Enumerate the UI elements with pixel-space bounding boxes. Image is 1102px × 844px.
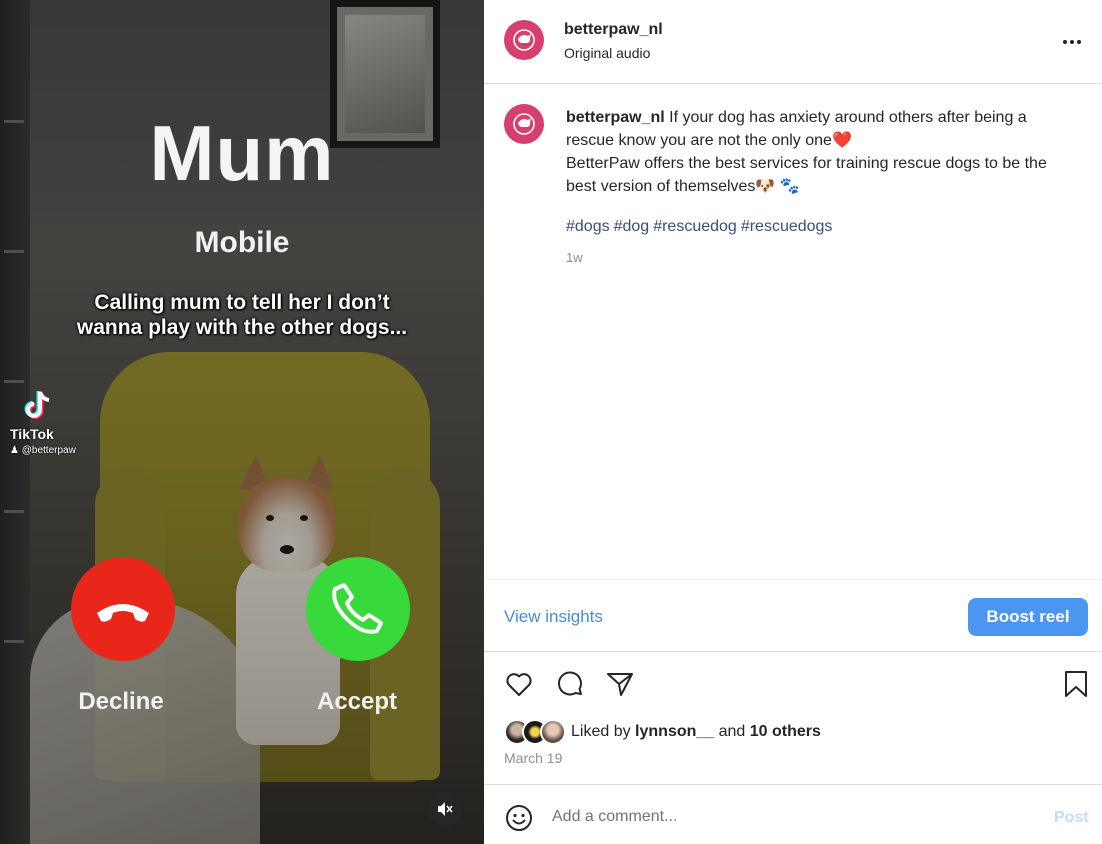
hashtag-link[interactable]: #rescuedogs <box>741 218 833 235</box>
comment-bar: Post <box>484 784 1102 844</box>
avatar[interactable] <box>504 104 544 144</box>
comment-button[interactable] <box>554 668 586 700</box>
dog-emoji-icon: 🐶 <box>755 178 776 195</box>
liked-by-text: Liked by lynnson__ and 10 others <box>571 723 821 741</box>
paper-plane-icon <box>607 673 633 696</box>
user-icon: ♟ <box>10 445 19 456</box>
hashtags: #dogs #dog #rescuedog #rescuedogs <box>566 218 836 236</box>
post-actions <box>484 668 1102 704</box>
liker-avatars[interactable] <box>504 719 570 745</box>
comment-icon <box>558 671 582 696</box>
muted-speaker-icon <box>438 802 453 816</box>
reel-video[interactable]: Mum Mobile Calling mum to tell her I don… <box>0 0 484 844</box>
tiktok-watermark: TikTok ♟ @betterpaw <box>10 388 110 456</box>
hashtag-link[interactable]: #rescuedog <box>653 218 737 235</box>
caller-name: Mum <box>149 109 335 197</box>
heart-emoji-icon: ❤️ <box>831 132 852 149</box>
dot <box>1063 40 1067 44</box>
accept-label: Accept <box>316 688 398 715</box>
hashtag-link[interactable]: #dogs <box>566 218 610 235</box>
posted-ago[interactable]: 1w <box>566 250 583 265</box>
caller-type: Mobile <box>194 226 290 259</box>
caption-area: betterpaw_nl If your dog has anxiety aro… <box>484 84 1102 580</box>
likes-others-link[interactable]: 10 others <box>750 723 821 740</box>
video-caption-line: Calling mum to tell her I don’t <box>94 291 390 314</box>
dot <box>1070 40 1074 44</box>
comment-input[interactable] <box>552 799 1022 835</box>
tiktok-handle-text: @betterpaw <box>21 445 76 456</box>
betterpaw-logo-icon <box>513 29 535 51</box>
view-insights-link[interactable]: View insights <box>504 607 603 627</box>
smiley-icon <box>506 805 532 831</box>
hang-up-icon <box>97 604 149 622</box>
insights-row: View insights Boost reel <box>484 580 1102 652</box>
heart-icon <box>506 673 532 696</box>
save-button[interactable] <box>1060 668 1092 700</box>
betterpaw-logo-icon <box>513 113 535 135</box>
dot <box>1077 40 1081 44</box>
mute-button[interactable] <box>428 792 462 826</box>
emoji-picker-button[interactable] <box>504 803 534 833</box>
liked-by-middle: and <box>714 723 750 740</box>
tiktok-name: TikTok <box>10 426 54 442</box>
decline-label: Decline <box>78 688 164 715</box>
tiktok-logo-icon <box>20 388 56 424</box>
liker-username[interactable]: lynnson__ <box>635 723 714 740</box>
video-caption-line: wanna play with the other dogs... <box>76 316 408 339</box>
boost-reel-button[interactable]: Boost reel <box>968 598 1088 636</box>
caption-line: BetterPaw offers the best services for t… <box>566 155 1047 195</box>
like-button[interactable] <box>503 668 535 700</box>
accept-call-button[interactable] <box>306 557 410 661</box>
hashtag-link[interactable]: #dog <box>614 218 650 235</box>
avatar[interactable] <box>504 20 544 60</box>
post-header: betterpaw_nl Original audio <box>484 0 1102 84</box>
header-username[interactable]: betterpaw_nl <box>564 21 663 39</box>
paws-emoji-icon: 🐾 <box>779 178 800 195</box>
original-audio-link[interactable]: Original audio <box>564 45 650 61</box>
post-panel: betterpaw_nl Original audio betterpaw_nl… <box>484 0 1102 844</box>
share-button[interactable] <box>604 668 636 700</box>
video-caption: Calling mum to tell her I don’t wanna pl… <box>40 290 444 340</box>
avatar <box>540 719 566 745</box>
decline-call-button[interactable] <box>71 557 175 661</box>
liked-by-prefix: Liked by <box>571 723 636 740</box>
post-date[interactable]: March 19 <box>504 750 562 766</box>
phone-icon <box>332 583 383 634</box>
post-caption: betterpaw_nl If your dog has anxiety aro… <box>566 106 1076 198</box>
bookmark-icon <box>1065 671 1087 697</box>
tiktok-handle: ♟ @betterpaw <box>10 445 110 456</box>
more-options-button[interactable] <box>1056 30 1088 54</box>
post-comment-button[interactable]: Post <box>1054 809 1089 827</box>
caption-username[interactable]: betterpaw_nl <box>566 109 665 126</box>
